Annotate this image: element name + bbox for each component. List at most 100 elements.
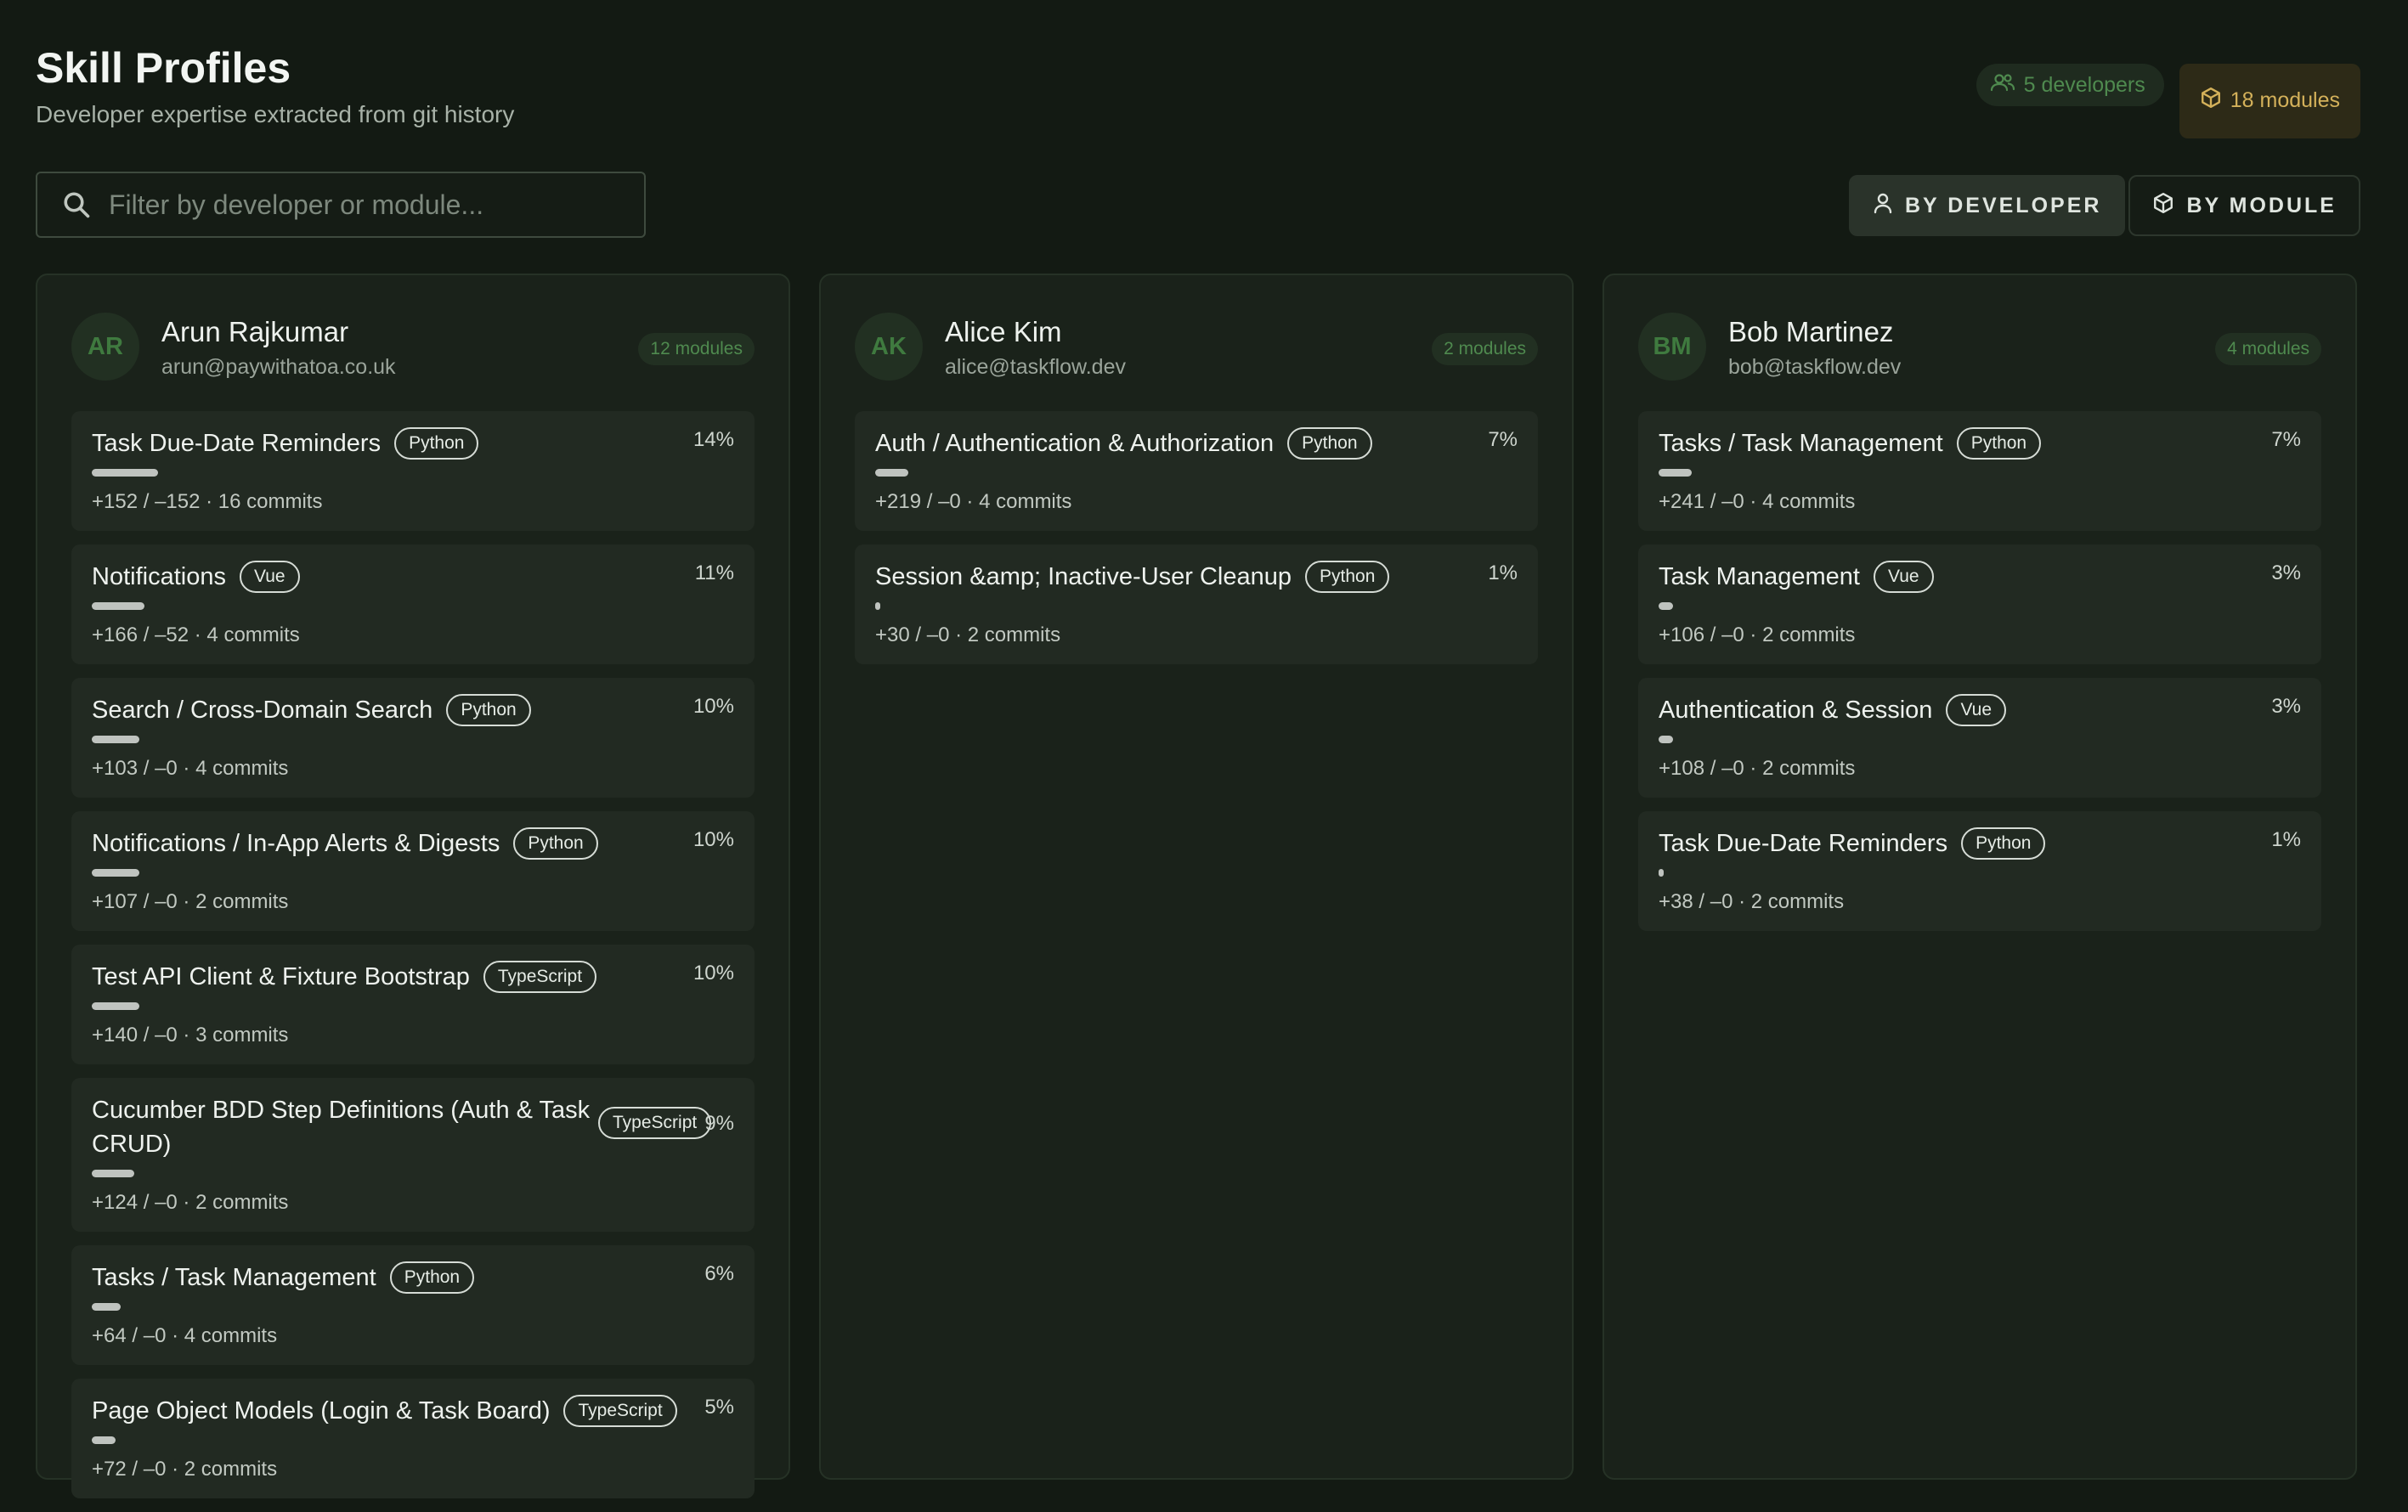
language-tag: Python bbox=[513, 827, 598, 860]
module-count-badge: 4 modules bbox=[2215, 333, 2321, 365]
developers-count-label: 5 developers bbox=[2023, 72, 2145, 97]
language-tag: Python bbox=[1305, 561, 1390, 593]
module-share-percent: 9% bbox=[704, 1112, 734, 1135]
module-stats: +30 / –0 · 2 commits bbox=[875, 623, 1061, 646]
language-tag: Vue bbox=[1873, 561, 1934, 593]
module-share-percent: 5% bbox=[704, 1396, 734, 1419]
language-tag: Vue bbox=[239, 561, 300, 593]
module-share-percent: 10% bbox=[692, 695, 734, 718]
share-bar bbox=[1659, 736, 1673, 743]
module-share-percent: 11% bbox=[694, 561, 734, 584]
module-count-badge: 2 modules bbox=[1432, 333, 1538, 365]
developer-email: alice@taskflow.dev bbox=[945, 355, 1126, 379]
module-share-percent: 10% bbox=[692, 828, 734, 851]
share-bar bbox=[1659, 469, 1692, 477]
module-stats: +38 / –0 · 2 commits bbox=[1659, 890, 1845, 913]
page-subtitle: Developer expertise extracted from git h… bbox=[36, 101, 515, 127]
developer-name: Arun Rajkumar bbox=[161, 316, 349, 347]
module-item[interactable]: Task Management Vue 3% +106 / –0 · 2 commit… bbox=[1638, 544, 2321, 664]
developer-card: AK Alice Kim alice@taskflow.dev 2 modules Au… bbox=[819, 274, 1574, 1480]
module-share-percent: 1% bbox=[1488, 561, 1518, 584]
module-name: Tasks / Task Management bbox=[1659, 430, 1943, 457]
module-item[interactable]: Auth / Authentication & Authorization Pyt… bbox=[855, 411, 1538, 531]
language-tag: Python bbox=[446, 694, 531, 726]
search-icon bbox=[61, 189, 92, 220]
module-item[interactable]: Task Due-Date Reminders Python 1% +38 / –0 … bbox=[1638, 811, 2321, 931]
users-icon bbox=[1990, 72, 2015, 99]
module-share-percent: 3% bbox=[2271, 561, 2301, 584]
share-bar bbox=[92, 1303, 121, 1311]
developer-header: BM Bob Martinez bob@taskflow.dev 4 modules bbox=[1638, 311, 2321, 396]
module-stats: +72 / –0 · 2 commits bbox=[92, 1458, 278, 1481]
developer-name: Bob Martinez bbox=[1728, 316, 1894, 347]
module-share-percent: 7% bbox=[2271, 428, 2301, 451]
module-name: Notifications bbox=[92, 563, 226, 590]
module-item[interactable]: Notifications Vue 11% +166 / –52 · 4 commit… bbox=[71, 544, 755, 664]
module-stats: +106 / –0 · 2 commits bbox=[1659, 623, 1856, 646]
share-bar bbox=[92, 469, 158, 477]
module-item[interactable]: Test API Client & Fixture Bootstrap TypeS… bbox=[71, 945, 755, 1064]
module-item[interactable]: Tasks / Task Management Python 6% +64 / –0 … bbox=[71, 1245, 755, 1365]
search-input[interactable] bbox=[107, 188, 620, 222]
module-name: Auth / Authentication & Authorization bbox=[875, 430, 1275, 457]
module-item[interactable]: Notifications / In-App Alerts & Digests P… bbox=[71, 811, 755, 931]
language-tag: Python bbox=[394, 427, 479, 460]
by-module-label: BY MODULE bbox=[2186, 193, 2337, 217]
share-bar bbox=[92, 1436, 116, 1444]
module-list: Task Due-Date Reminders Python 14% +152 / –… bbox=[71, 411, 755, 1512]
by-developer-button[interactable]: BY DEVELOPER bbox=[1849, 175, 2126, 236]
developer-header: AK Alice Kim alice@taskflow.dev 2 modules bbox=[855, 311, 1538, 396]
module-item[interactable]: Search / Cross-Domain Search Python 10% +10… bbox=[71, 678, 755, 798]
module-name: Authentication & Session bbox=[1659, 697, 1933, 724]
module-name: Task Due-Date Reminders bbox=[1659, 830, 1948, 857]
avatar: BM bbox=[1638, 313, 1706, 381]
share-bar bbox=[875, 602, 880, 610]
share-bar bbox=[92, 869, 139, 877]
developer-card: AR Arun Rajkumar arun@paywithatoa.co.uk 12 … bbox=[36, 274, 790, 1498]
module-share-percent: 14% bbox=[692, 428, 734, 451]
module-item[interactable]: Cucumber BDD Step Definitions (Auth & Ta… bbox=[71, 1078, 755, 1232]
by-developer-label: BY DEVELOPER bbox=[1905, 193, 2102, 217]
cube-icon bbox=[2152, 192, 2174, 220]
module-stats: +103 / –0 · 4 commits bbox=[92, 757, 289, 780]
language-tag: Vue bbox=[1946, 694, 2007, 726]
developer-header: AR Arun Rajkumar arun@paywithatoa.co.uk 12 … bbox=[71, 311, 755, 396]
module-item[interactable]: Session &amp; Inactive-User Cleanup Pytho… bbox=[855, 544, 1538, 664]
module-item[interactable]: Authentication & Session Vue 3% +108 / –0 ·… bbox=[1638, 678, 2321, 798]
search-box[interactable] bbox=[36, 172, 646, 238]
module-item[interactable]: Tasks / Task Management Python 7% +241 / –0… bbox=[1638, 411, 2321, 531]
language-tag: TypeScript bbox=[483, 961, 597, 993]
page-title: Skill Profiles bbox=[36, 44, 291, 92]
skill-profiles-page: Skill Profiles Developer expertise extra… bbox=[0, 0, 2408, 1498]
module-count-badge: 12 modules bbox=[638, 333, 755, 365]
share-bar bbox=[875, 469, 908, 477]
share-bar bbox=[1659, 602, 1673, 610]
module-share-percent: 10% bbox=[692, 962, 734, 984]
user-icon bbox=[1873, 192, 1893, 220]
developer-name: Alice Kim bbox=[945, 316, 1062, 347]
developers-count-badge: 5 developers bbox=[1976, 64, 2164, 106]
developer-email: bob@taskflow.dev bbox=[1728, 355, 1902, 379]
module-share-percent: 1% bbox=[2271, 828, 2301, 851]
module-name: Task Management bbox=[1659, 563, 1860, 590]
developer-card: BM Bob Martinez bob@taskflow.dev 4 modules T… bbox=[1603, 274, 2357, 1480]
modules-count-label: 18 modules bbox=[2230, 87, 2340, 112]
module-stats: +152 / –152 · 16 commits bbox=[92, 490, 323, 513]
by-module-button[interactable]: BY MODULE bbox=[2128, 175, 2360, 236]
module-stats: +108 / –0 · 2 commits bbox=[1659, 757, 1856, 780]
modules-count-badge: 18 modules bbox=[2179, 64, 2360, 138]
module-stats: +140 / –0 · 3 commits bbox=[92, 1024, 289, 1047]
developer-email: arun@paywithatoa.co.uk bbox=[161, 355, 396, 379]
module-name: Cucumber BDD Step Definitions (Auth & Ta… bbox=[92, 1097, 591, 1158]
module-item[interactable]: Page Object Models (Login & Task Board) T… bbox=[71, 1379, 755, 1498]
page-header: Skill Profiles Developer expertise extra… bbox=[36, 42, 514, 129]
module-name: Search / Cross-Domain Search bbox=[92, 697, 433, 724]
module-name: Tasks / Task Management bbox=[92, 1264, 376, 1291]
share-bar bbox=[92, 736, 139, 743]
share-bar bbox=[92, 1002, 139, 1010]
view-toggle: BY DEVELOPER BY MODULE bbox=[1849, 175, 2360, 236]
language-tag: Python bbox=[1956, 427, 2042, 460]
avatar: AR bbox=[71, 313, 139, 381]
language-tag: TypeScript bbox=[563, 1395, 677, 1427]
module-item[interactable]: Task Due-Date Reminders Python 14% +152 / –… bbox=[71, 411, 755, 531]
